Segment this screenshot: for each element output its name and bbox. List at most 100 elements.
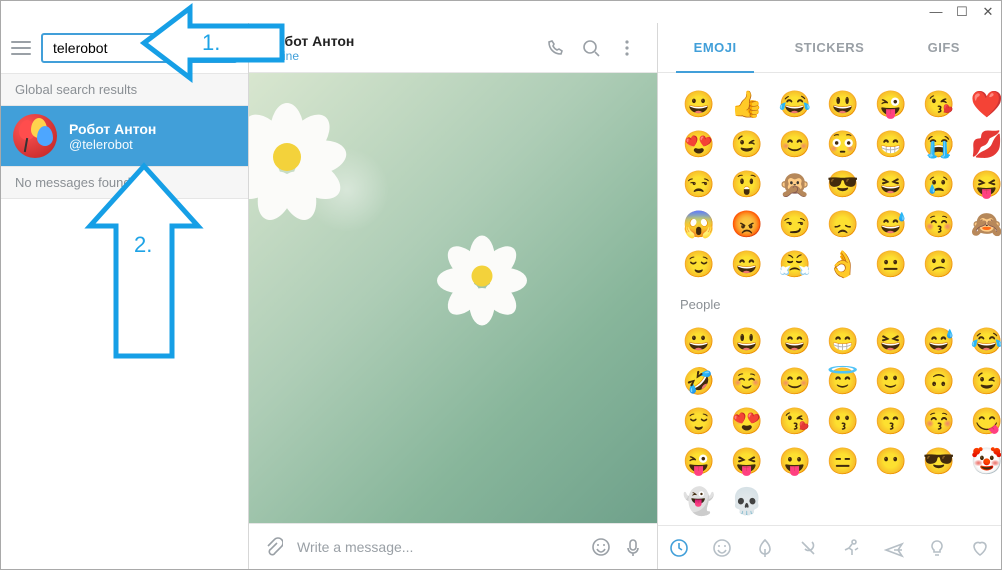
emoji-item[interactable]: 😊 [774, 364, 816, 398]
emoji-item[interactable]: 😅 [918, 324, 960, 358]
message-input[interactable] [295, 538, 579, 556]
emoji-item[interactable]: 😌 [678, 404, 720, 438]
tab-emoji[interactable]: EMOJI [658, 23, 772, 72]
emoji-item[interactable]: 😊 [774, 127, 816, 161]
more-icon[interactable] [615, 38, 639, 58]
search-result-item[interactable]: Робот Антон @telerobot [1, 106, 248, 166]
emoji-item[interactable]: 😃 [822, 87, 864, 121]
cat-activity-icon[interactable] [835, 538, 867, 558]
menu-icon[interactable] [11, 41, 31, 55]
emoji-item[interactable]: 👍 [726, 87, 768, 121]
emoji-item[interactable]: 😍 [678, 127, 720, 161]
emoji-item[interactable]: 😚 [918, 207, 960, 241]
emoji-item[interactable]: 🤣 [678, 364, 720, 398]
emoji-item[interactable]: 😇 [822, 364, 864, 398]
annotation-label-1: 1. [202, 30, 220, 56]
emoji-item[interactable]: 😕 [918, 247, 960, 281]
emoji-item[interactable]: 😛 [774, 444, 816, 478]
emoji-item[interactable]: 😜 [870, 87, 912, 121]
emoji-item[interactable]: 🤡 [966, 444, 1001, 478]
emoji-item[interactable]: 💀 [726, 484, 768, 518]
cat-nature-icon[interactable] [749, 538, 781, 558]
emoji-item[interactable]: 🙃 [918, 364, 960, 398]
emoji-item[interactable]: 😜 [678, 444, 720, 478]
emoji-item[interactable]: 😅 [870, 207, 912, 241]
emoji-item[interactable]: 🙊 [774, 167, 816, 201]
emoji-item[interactable]: 😱 [678, 207, 720, 241]
emoji-item[interactable]: 😂 [774, 87, 816, 121]
emoji-item[interactable]: 🙈 [966, 207, 1001, 241]
emoji-item[interactable]: 😝 [726, 444, 768, 478]
chat-input-bar [249, 523, 657, 569]
emoji-item[interactable]: 👻 [678, 484, 720, 518]
emoji-item[interactable]: 👌 [822, 247, 864, 281]
emoji-scroll-area[interactable]: 😀👍😂😃😜😘❤️😍😉😊😳😁😭💋😒😲🙊😎😆😢😝😱😡😏😞😅😚🙈😌😄😤👌😐😕Peopl… [658, 73, 1001, 525]
titlebar: — ☐ ✕ [1, 1, 1001, 23]
emoji-item[interactable]: 😁 [870, 127, 912, 161]
window-close-button[interactable]: ✕ [981, 4, 995, 20]
emoji-item[interactable]: 😤 [774, 247, 816, 281]
emoji-icon[interactable] [591, 537, 611, 557]
emoji-item[interactable]: 😍 [726, 404, 768, 438]
emoji-item[interactable]: 😃 [726, 324, 768, 358]
emoji-item[interactable]: 😑 [822, 444, 864, 478]
emoji-item[interactable]: 😡 [726, 207, 768, 241]
emoji-item[interactable]: 😚 [918, 404, 960, 438]
chat-title: Робот Антон [267, 33, 531, 49]
emoji-tabs: EMOJI STICKERS GIFS [658, 23, 1001, 73]
call-icon[interactable] [543, 38, 567, 58]
cat-people-icon[interactable] [706, 538, 738, 558]
emoji-item[interactable]: 😘 [774, 404, 816, 438]
microphone-icon[interactable] [623, 537, 643, 557]
emoji-item[interactable]: 😁 [822, 324, 864, 358]
window-maximize-button[interactable]: ☐ [955, 4, 969, 20]
emoji-item[interactable]: 😝 [966, 167, 1001, 201]
result-handle: @telerobot [69, 137, 156, 152]
emoji-item[interactable]: 😀 [678, 324, 720, 358]
emoji-item[interactable]: 😂 [966, 324, 1001, 358]
cat-symbols-icon[interactable] [964, 538, 996, 558]
emoji-item[interactable]: 😆 [870, 324, 912, 358]
emoji-item[interactable]: 😒 [678, 167, 720, 201]
emoji-item[interactable]: 😉 [966, 364, 1001, 398]
emoji-item[interactable]: 😆 [870, 167, 912, 201]
emoji-item[interactable]: ☺️ [726, 364, 768, 398]
cat-recent-icon[interactable] [663, 538, 695, 558]
sidebar: Global search results Робот Антон @teler… [1, 23, 249, 569]
emoji-item[interactable]: ❤️ [966, 87, 1001, 121]
emoji-item[interactable]: 😳 [822, 127, 864, 161]
attach-icon[interactable] [263, 537, 283, 557]
emoji-item[interactable]: 😗 [822, 404, 864, 438]
search-icon[interactable] [579, 38, 603, 58]
emoji-item[interactable]: 😏 [774, 207, 816, 241]
window-minimize-button[interactable]: — [929, 4, 943, 19]
emoji-item[interactable]: 💋 [966, 127, 1001, 161]
emoji-item[interactable]: 😎 [822, 167, 864, 201]
emoji-item[interactable]: 😞 [822, 207, 864, 241]
emoji-item[interactable]: 🙂 [870, 364, 912, 398]
emoji-item[interactable]: 😲 [726, 167, 768, 201]
emoji-item[interactable]: 😎 [918, 444, 960, 478]
chat-title-block[interactable]: Робот Антон online [267, 33, 531, 63]
emoji-item[interactable]: 😉 [726, 127, 768, 161]
cat-objects-icon[interactable] [921, 538, 953, 558]
section-no-messages: No messages found [1, 166, 248, 199]
emoji-item[interactable]: 😄 [726, 247, 768, 281]
emoji-item[interactable]: 😙 [870, 404, 912, 438]
emoji-item[interactable]: 😐 [870, 247, 912, 281]
emoji-item[interactable]: 😘 [918, 87, 960, 121]
emoji-item[interactable]: 😭 [918, 127, 960, 161]
emoji-item[interactable]: 😌 [678, 247, 720, 281]
tab-stickers[interactable]: STICKERS [772, 23, 886, 72]
annotation-label-2: 2. [134, 232, 152, 258]
emoji-item[interactable]: 😀 [678, 87, 720, 121]
emoji-item[interactable]: 😋 [966, 404, 1001, 438]
cat-travel-icon[interactable] [878, 538, 910, 558]
emoji-section-title: People [678, 287, 1001, 318]
app-body: Global search results Робот Антон @teler… [1, 23, 1001, 569]
cat-food-icon[interactable] [792, 538, 824, 558]
emoji-item[interactable]: 😶 [870, 444, 912, 478]
emoji-item[interactable]: 😄 [774, 324, 816, 358]
emoji-item[interactable]: 😢 [918, 167, 960, 201]
tab-gifs[interactable]: GIFS [887, 23, 1001, 72]
